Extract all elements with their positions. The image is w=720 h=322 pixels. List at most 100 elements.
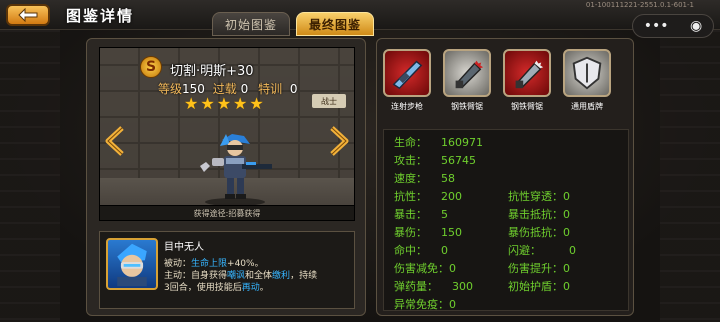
back-arrow-icon	[18, 8, 38, 22]
attr-hit: 命中： 0	[394, 242, 448, 258]
skill-keyword: 缴利	[272, 271, 291, 281]
chainsaw-icon	[515, 60, 544, 89]
details-panel: 连射步枪 钢铁臂锯 钢铁臂锯 通用盾牌 生命： 160971 攻击： 56745…	[376, 38, 634, 316]
hero-sprite	[200, 134, 272, 206]
attr-value: 0	[563, 190, 570, 203]
tab-initial[interactable]: 初始图鉴	[212, 12, 290, 36]
attr-hp: 生命： 160971	[394, 134, 483, 150]
attr-value: 0	[563, 262, 570, 275]
skill-title: 目中无人	[164, 242, 204, 253]
attr-key: 速度：	[394, 172, 427, 185]
attr-crit-dmg: 暴伤： 150	[394, 224, 462, 240]
skill-portrait-icon	[117, 243, 147, 287]
attr-key: 初始护盾：	[508, 280, 563, 293]
attr-resist: 抗性： 200	[394, 188, 462, 204]
equipment-slot[interactable]: 钢铁臂锯	[443, 49, 491, 112]
skill-keyword: 再动	[241, 283, 260, 293]
attr-value: 0	[441, 244, 448, 257]
attr-value: 160971	[441, 136, 483, 149]
attribute-list: 生命： 160971 攻击： 56745 速度： 58 抗性： 200 抗性穿透：0 暴…	[383, 129, 629, 311]
page-title: 图鉴详情	[66, 7, 135, 25]
attr-key: 攻击：	[394, 154, 427, 167]
attr-key: 暴击抵抗：	[508, 208, 563, 221]
star-rating: ★ ★ ★ ★ ★	[184, 96, 264, 112]
attr-value: 0	[569, 244, 576, 257]
attr-dodge: 闪避： 0	[508, 242, 576, 258]
miniprogram-capsule: ••• ◉	[632, 14, 714, 38]
attr-resist-pierce: 抗性穿透：0	[508, 188, 570, 204]
tab-final[interactable]: 最终图鉴	[296, 12, 374, 36]
attr-value: 5	[441, 208, 448, 221]
attr-key: 暴伤抵抗：	[508, 226, 563, 239]
attr-crit-dmg-resist: 暴伤抵抗：0	[508, 224, 570, 240]
attr-crit: 暴击： 5	[394, 206, 448, 222]
attr-dmg-boost: 伤害提升：0	[508, 260, 570, 276]
attr-key: 弹药量：	[394, 280, 438, 293]
equipment-icon-box[interactable]	[563, 49, 611, 97]
attr-value: 150	[441, 226, 462, 239]
attr-ammo: 弹药量： 300	[394, 278, 473, 294]
back-button[interactable]	[6, 4, 50, 26]
hero-panel: S 切割·明斯+30 等级150 过载 0 特训 0 ★ ★ ★ ★ ★ 战士	[86, 38, 366, 316]
training-value: 0	[289, 82, 298, 96]
attr-dmg-reduce: 伤害减免：0	[394, 260, 456, 276]
attr-value: 0	[563, 208, 570, 221]
attr-speed: 速度： 58	[394, 170, 455, 186]
equipment-icon-box[interactable]	[443, 49, 491, 97]
attr-value: 0	[563, 280, 570, 293]
attr-value: 58	[441, 172, 455, 185]
hero-name: 切割·明斯+30	[170, 64, 254, 79]
hero-display: S 切割·明斯+30 等级150 过载 0 特训 0 ★ ★ ★ ★ ★ 战士	[99, 47, 355, 221]
attr-key: 暴击：	[394, 208, 427, 221]
star-icon: ★	[184, 94, 199, 113]
attr-key: 伤害提升：	[508, 262, 563, 275]
close-circle-icon[interactable]: ◉	[690, 19, 702, 33]
version-text: 01-100111221-2551.0.1-601-1	[585, 1, 694, 9]
attr-value: 0	[449, 298, 456, 311]
attr-key: 异常免疫：	[394, 298, 449, 311]
star-icon: ★	[200, 94, 215, 113]
attr-key: 暴伤：	[394, 226, 427, 239]
equipment-slot[interactable]: 通用盾牌	[563, 49, 611, 112]
attr-attack: 攻击： 56745	[394, 152, 476, 168]
attr-key: 抗性穿透：	[508, 190, 563, 203]
prev-arrow-icon[interactable]	[104, 126, 126, 156]
star-icon: ★	[216, 94, 232, 113]
chainsaw-icon	[455, 60, 484, 89]
equipment-label: 连射步枪	[391, 102, 423, 111]
skill-text: 3回合，使用技能后	[164, 283, 242, 293]
shield-icon	[572, 56, 602, 90]
attr-key: 闪避：	[508, 244, 541, 257]
rifle-icon	[392, 60, 423, 90]
more-icon[interactable]: •••	[644, 19, 669, 33]
equipment-label: 钢铁臂锯	[451, 102, 483, 111]
attr-value: 0	[563, 226, 570, 239]
equipment-slot[interactable]: 钢铁臂锯	[503, 49, 551, 112]
attr-key: 伤害减免：	[394, 262, 449, 275]
equipment-label: 钢铁臂锯	[511, 102, 543, 111]
skill-text: ，持续	[290, 271, 318, 281]
attr-value: 300	[452, 280, 473, 293]
attr-crit-resist: 暴击抵抗：0	[508, 206, 570, 222]
class-tag: 战士	[312, 94, 346, 108]
attr-initial-shield: 初始护盾：0	[508, 278, 570, 294]
next-arrow-icon[interactable]	[328, 126, 350, 156]
attr-key: 抗性：	[394, 190, 427, 203]
attr-key: 生命：	[394, 136, 427, 149]
level-label: 等级	[158, 82, 183, 96]
attr-key: 命中：	[394, 244, 427, 257]
attr-value: 0	[449, 262, 456, 275]
attr-value: 56745	[441, 154, 476, 167]
equipment-slot[interactable]: 连射步枪	[383, 49, 431, 112]
obtain-method: 获得途径:招募获得	[99, 205, 355, 221]
rank-badge: S	[140, 56, 162, 78]
skill-icon[interactable]	[106, 238, 158, 290]
equipment-label: 通用盾牌	[571, 102, 603, 111]
skill-box: 目中无人 被动：生命上限+40%。 主动：自身获得嘲讽和全体缴利，持续 3回合，…	[99, 231, 355, 309]
star-icon: ★	[249, 94, 264, 113]
equipment-icon-box[interactable]	[383, 49, 431, 97]
equipment-icon-box[interactable]	[503, 49, 551, 97]
attr-status-immune: 异常免疫：0	[394, 296, 456, 312]
skill-text: 。	[259, 283, 269, 293]
attr-value: 200	[441, 190, 462, 203]
